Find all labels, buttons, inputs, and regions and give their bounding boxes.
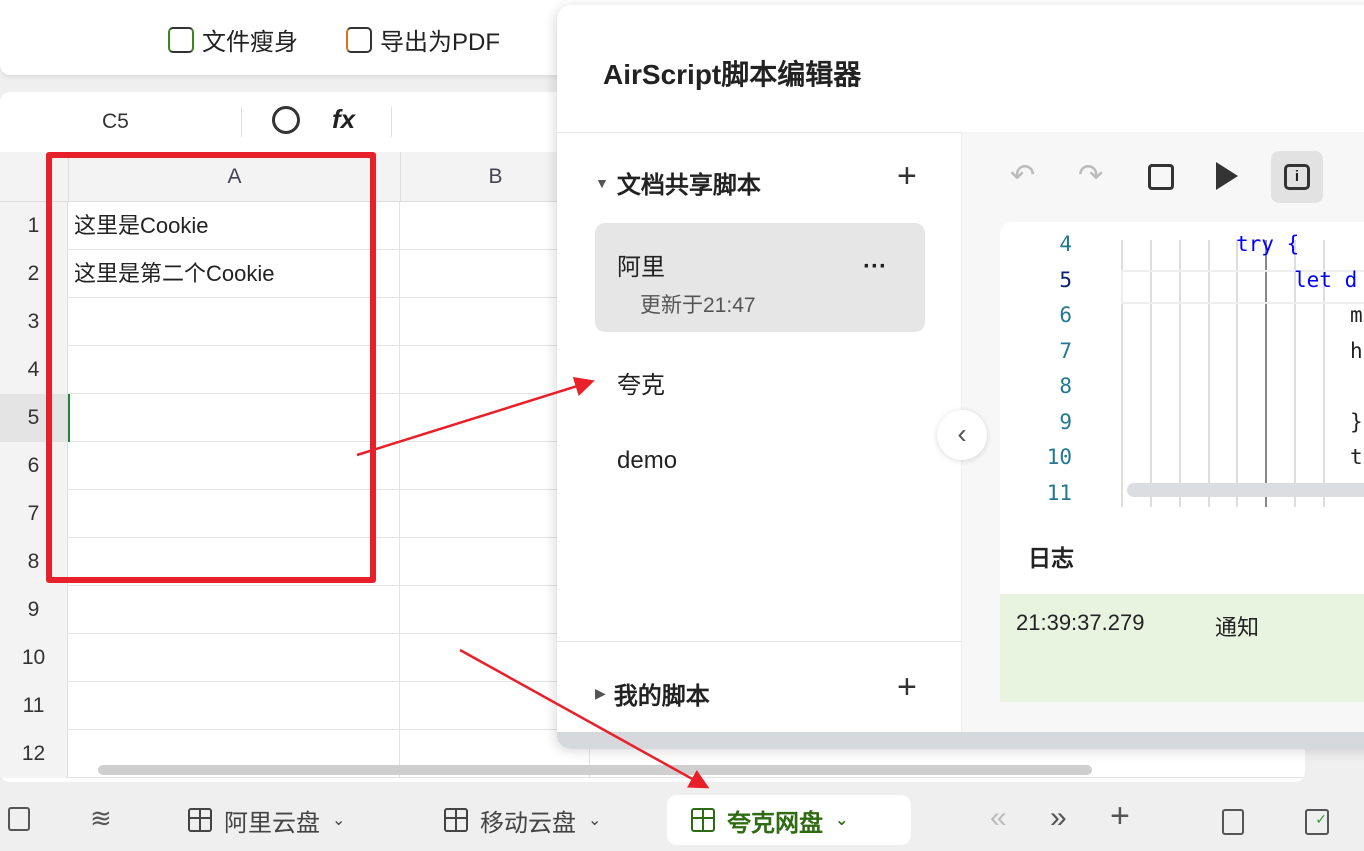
layers-icon[interactable]: ≋ (90, 803, 112, 834)
file-slim-button[interactable]: 文件瘦身 (168, 22, 298, 57)
chevron-down-icon[interactable]: ⌄ (835, 810, 848, 830)
sidebar-toggle-icon[interactable] (8, 807, 30, 831)
sheet-icon (691, 808, 715, 832)
airscript-editor-panel: AirScript脚本编辑器 ▼ 文档共享脚本 + 阿里 更新于21:47 ···… (557, 5, 1364, 749)
shared-scripts-section[interactable]: ▼ 文档共享脚本 (595, 165, 761, 200)
caret-right-icon: ▶ (595, 685, 606, 701)
cell-a[interactable] (68, 682, 400, 730)
divider (391, 107, 392, 137)
line-number: 10 (1046, 445, 1072, 469)
editor-title: AirScript脚本编辑器 (603, 59, 862, 90)
code-scrollbar[interactable] (1127, 483, 1364, 497)
log-time: 21:39:37.279 (1016, 610, 1145, 635)
cell-reference-box[interactable]: C5 (102, 110, 129, 134)
export-pdf-button[interactable]: 导出为PDF (346, 22, 500, 57)
zoom-lookup-icon[interactable] (272, 106, 300, 134)
script-item-demo[interactable]: demo (617, 447, 947, 475)
row-header[interactable]: 11 (0, 682, 68, 730)
caret-down-icon: ▼ (595, 174, 609, 191)
sheet-list-icon[interactable] (1222, 809, 1244, 835)
export-pdf-icon (346, 26, 372, 53)
line-number: 7 (1059, 338, 1072, 363)
log-entry: 21:39:37.279 通知 (1000, 594, 1364, 702)
redo-icon[interactable]: ↷ (1078, 158, 1103, 193)
log-panel: 日志 21:39:37.279 通知 (1000, 507, 1364, 702)
panel-scrollbar[interactable] (557, 732, 1364, 749)
more-options-icon[interactable]: ··· (863, 253, 887, 281)
log-title: 日志 (1028, 545, 1074, 571)
script-updated-time: 更新于21:47 (640, 294, 756, 317)
code-line: let d (1294, 267, 1358, 292)
code-line: try { (1236, 232, 1300, 256)
sheet-tab-bar: ≋ 阿里云盘 ⌄ 移动云盘 ⌄ 夸克网盘 ⌄ « » + ✓ (0, 795, 1364, 851)
undo-icon[interactable]: ↶ (1010, 158, 1035, 193)
code-line: m (1350, 303, 1363, 327)
run-icon[interactable] (1216, 162, 1238, 190)
chevron-down-icon[interactable]: ⌄ (332, 810, 345, 830)
cell-a[interactable] (68, 634, 400, 682)
editor-area: ↶ ↷ i 4 try { 5 let d 6 m 7 h 8 9} 10 t 11 日志 21:39:… (962, 132, 1364, 732)
first-sheet-icon[interactable]: « (990, 801, 1007, 835)
log-level: 通知 (1215, 615, 1260, 640)
tab-mobile-cloud[interactable]: 移动云盘 ⌄ (444, 795, 601, 845)
line-number: 11 (1046, 480, 1072, 505)
divider (241, 107, 242, 137)
annotation-highlight-box (46, 152, 376, 583)
row-header[interactable]: 9 (0, 586, 68, 634)
line-number: 4 (1059, 232, 1072, 256)
script-item-aliyun[interactable]: 阿里 更新于21:47 ··· (595, 223, 925, 332)
line-number: 6 (1059, 303, 1072, 327)
line-number: 5 (1059, 267, 1072, 292)
cell-a[interactable] (68, 586, 400, 634)
add-sheet-icon[interactable]: + (1110, 797, 1130, 836)
code-editor[interactable]: 4 try { 5 let d 6 m 7 h 8 9} 10 t 11 (1000, 222, 1364, 507)
row-header[interactable]: 10 (0, 634, 68, 682)
line-number: 8 (1059, 374, 1072, 398)
script-list: ▼ 文档共享脚本 + 阿里 更新于21:47 ··· 夸克 demo ▶ 我的脚本 … (557, 132, 962, 732)
script-name: 阿里 (617, 254, 665, 281)
chevron-down-icon[interactable]: ⌄ (588, 810, 601, 830)
info-icon: i (1284, 164, 1310, 190)
tab-quark[interactable]: 夸克网盘 ⌄ (667, 795, 911, 845)
add-shared-script-button[interactable]: + (897, 157, 917, 196)
horizontal-scrollbar[interactable] (98, 765, 1092, 775)
code-line: } (1350, 409, 1363, 434)
last-sheet-icon[interactable]: » (1050, 801, 1067, 835)
add-my-script-button[interactable]: + (897, 668, 917, 707)
line-number: 9 (1059, 409, 1072, 434)
function-button[interactable]: fx (332, 104, 355, 135)
code-line: t (1350, 445, 1363, 469)
file-slim-icon (168, 26, 194, 53)
info-button[interactable]: i (1271, 151, 1323, 203)
my-scripts-section[interactable]: ▶ 我的脚本 (595, 676, 710, 711)
status-check-icon[interactable]: ✓ (1305, 809, 1329, 835)
divider (557, 641, 962, 642)
sheet-icon (188, 808, 212, 832)
script-item-quark[interactable]: 夸克 (617, 365, 947, 400)
row-header[interactable]: 12 (0, 730, 68, 778)
chevron-left-icon: ‹ (957, 418, 967, 449)
tab-aliyun[interactable]: 阿里云盘 ⌄ (188, 795, 345, 845)
code-line: h (1350, 338, 1363, 363)
sheet-icon (444, 808, 468, 832)
collapse-sidebar-button[interactable]: ‹ (937, 410, 987, 460)
save-icon[interactable] (1148, 164, 1174, 190)
